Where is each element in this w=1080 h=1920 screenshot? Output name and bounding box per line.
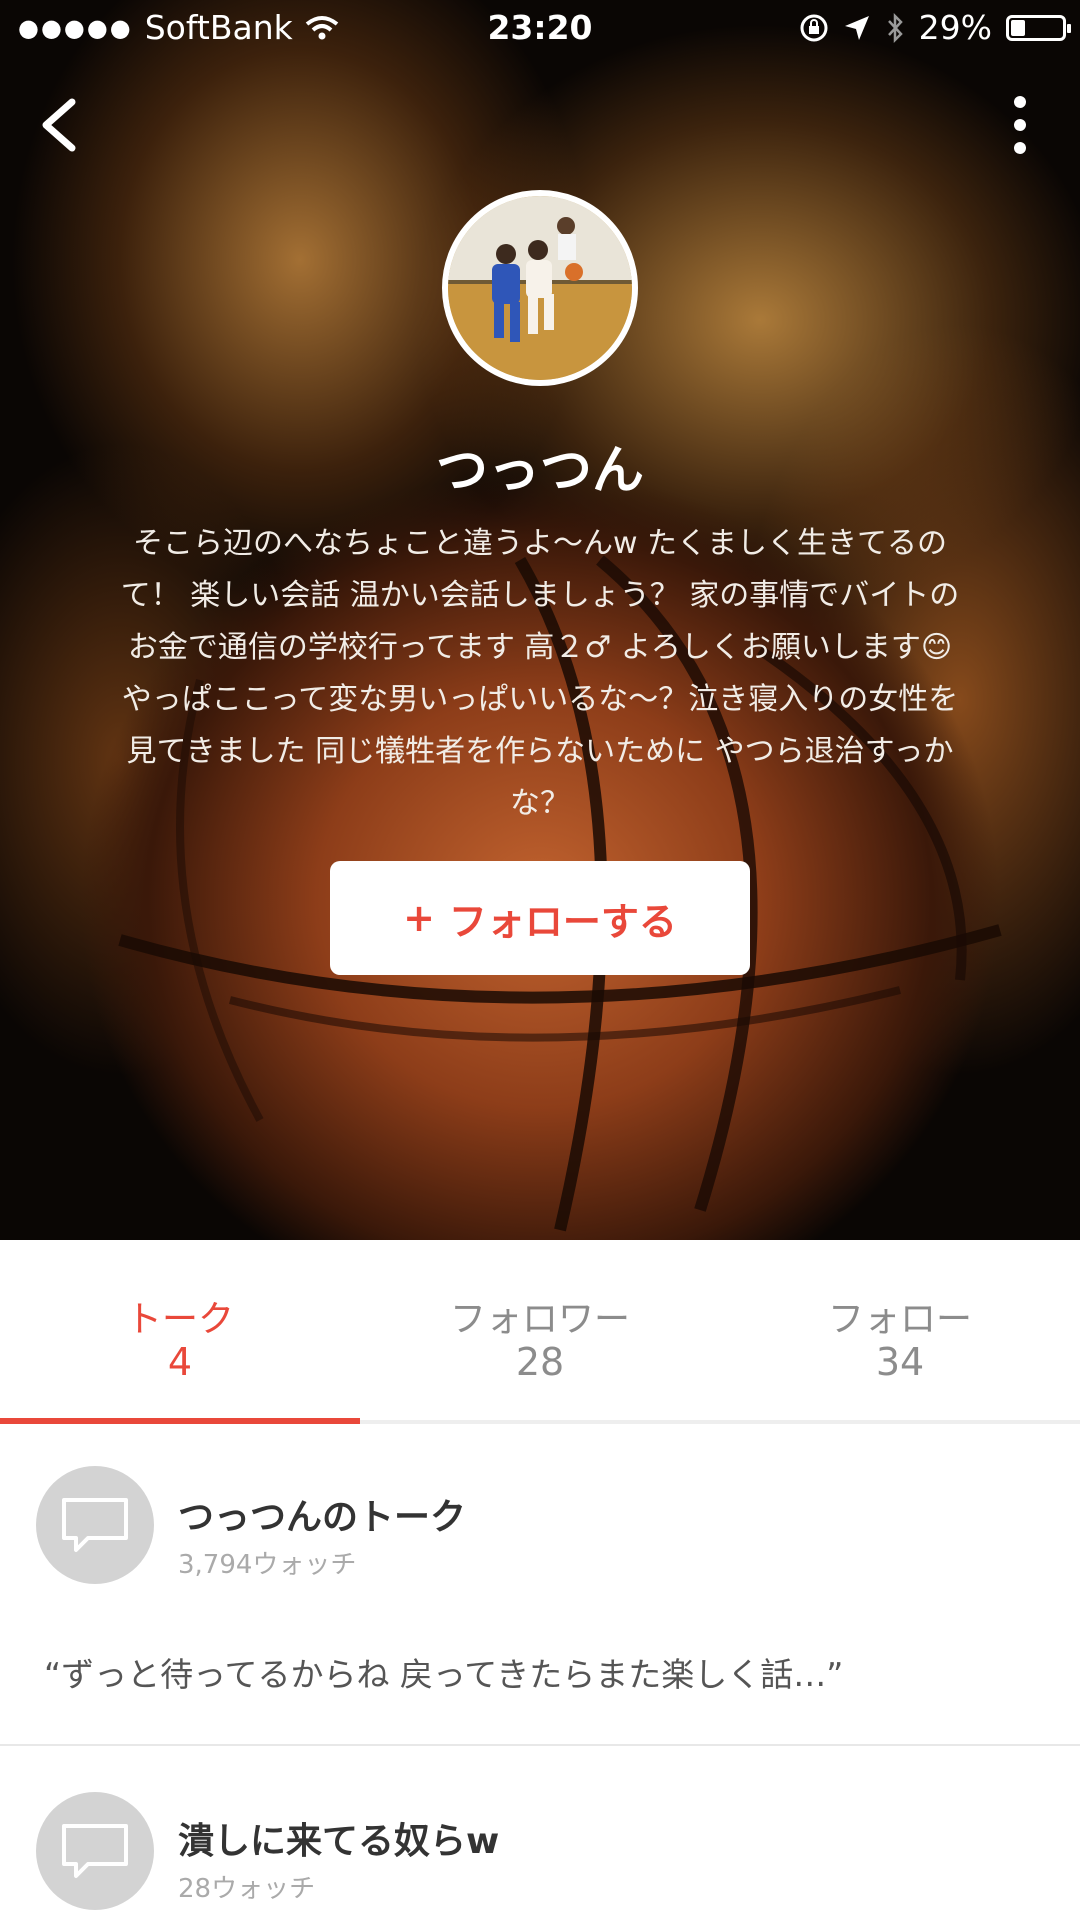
tab-talk-count: 4 (167, 1340, 193, 1384)
talk-bubble-icon (36, 1466, 154, 1584)
talk-title: 潰しに来てる奴らw (178, 1821, 500, 1862)
tab-talk-label: トーク (125, 1299, 234, 1340)
tab-following[interactable]: フォロー 34 (720, 1240, 1080, 1420)
talk-latest-message: “ずっと待ってるからね 戻ってきたらまた楽しく話…” (44, 1655, 844, 1694)
more-options-icon[interactable] (1000, 92, 1040, 162)
battery-icon (1006, 14, 1071, 41)
battery-percent: 29% (918, 8, 992, 47)
list-item[interactable]: つっつんのトーク 3,794ウォッチ “ずっと待ってるからね 戻ってきたらまた楽… (0, 1424, 1080, 1744)
plus-icon: + (403, 896, 435, 940)
tab-followers-label: フォロワー (449, 1299, 630, 1340)
orientation-lock-icon (800, 14, 828, 41)
back-arrow-icon[interactable] (30, 90, 90, 160)
talk-bubble-icon (36, 1792, 154, 1910)
bluetooth-icon (887, 12, 903, 43)
talk-title: つっつんのトーク (178, 1497, 467, 1538)
talk-watch-count: 3,794ウォッチ (178, 1550, 357, 1580)
avatar[interactable] (442, 190, 638, 386)
tab-following-count: 34 (875, 1340, 925, 1384)
follow-button-label: フォローする (448, 899, 677, 944)
tab-following-label: フォロー (827, 1299, 972, 1340)
profile-bio: そこら辺のへなちょこと違うよ〜んw たくましく生きてるのて！ 楽しい会話 温かい… (120, 526, 960, 821)
tab-followers-count: 28 (515, 1340, 565, 1384)
tab-talk[interactable]: トーク 4 (0, 1240, 360, 1424)
status-bar: ●●●●● SoftBank 23:20 29% (0, 0, 1080, 60)
battery-fill (1011, 19, 1025, 36)
talk-watch-count: 28ウォッチ (178, 1874, 316, 1904)
profile-name: つっつん (435, 441, 644, 501)
avatar-photo (448, 196, 632, 380)
profile-tabs: トーク 4 フォロワー 28 フォロー 34 (0, 1240, 1080, 1424)
location-arrow-icon (844, 15, 869, 40)
list-item[interactable]: 潰しに来てる奴らw 28ウォッチ (0, 1746, 1080, 1920)
tab-followers[interactable]: フォロワー 28 (360, 1240, 720, 1420)
follow-button[interactable]: + フォローする (330, 861, 750, 975)
